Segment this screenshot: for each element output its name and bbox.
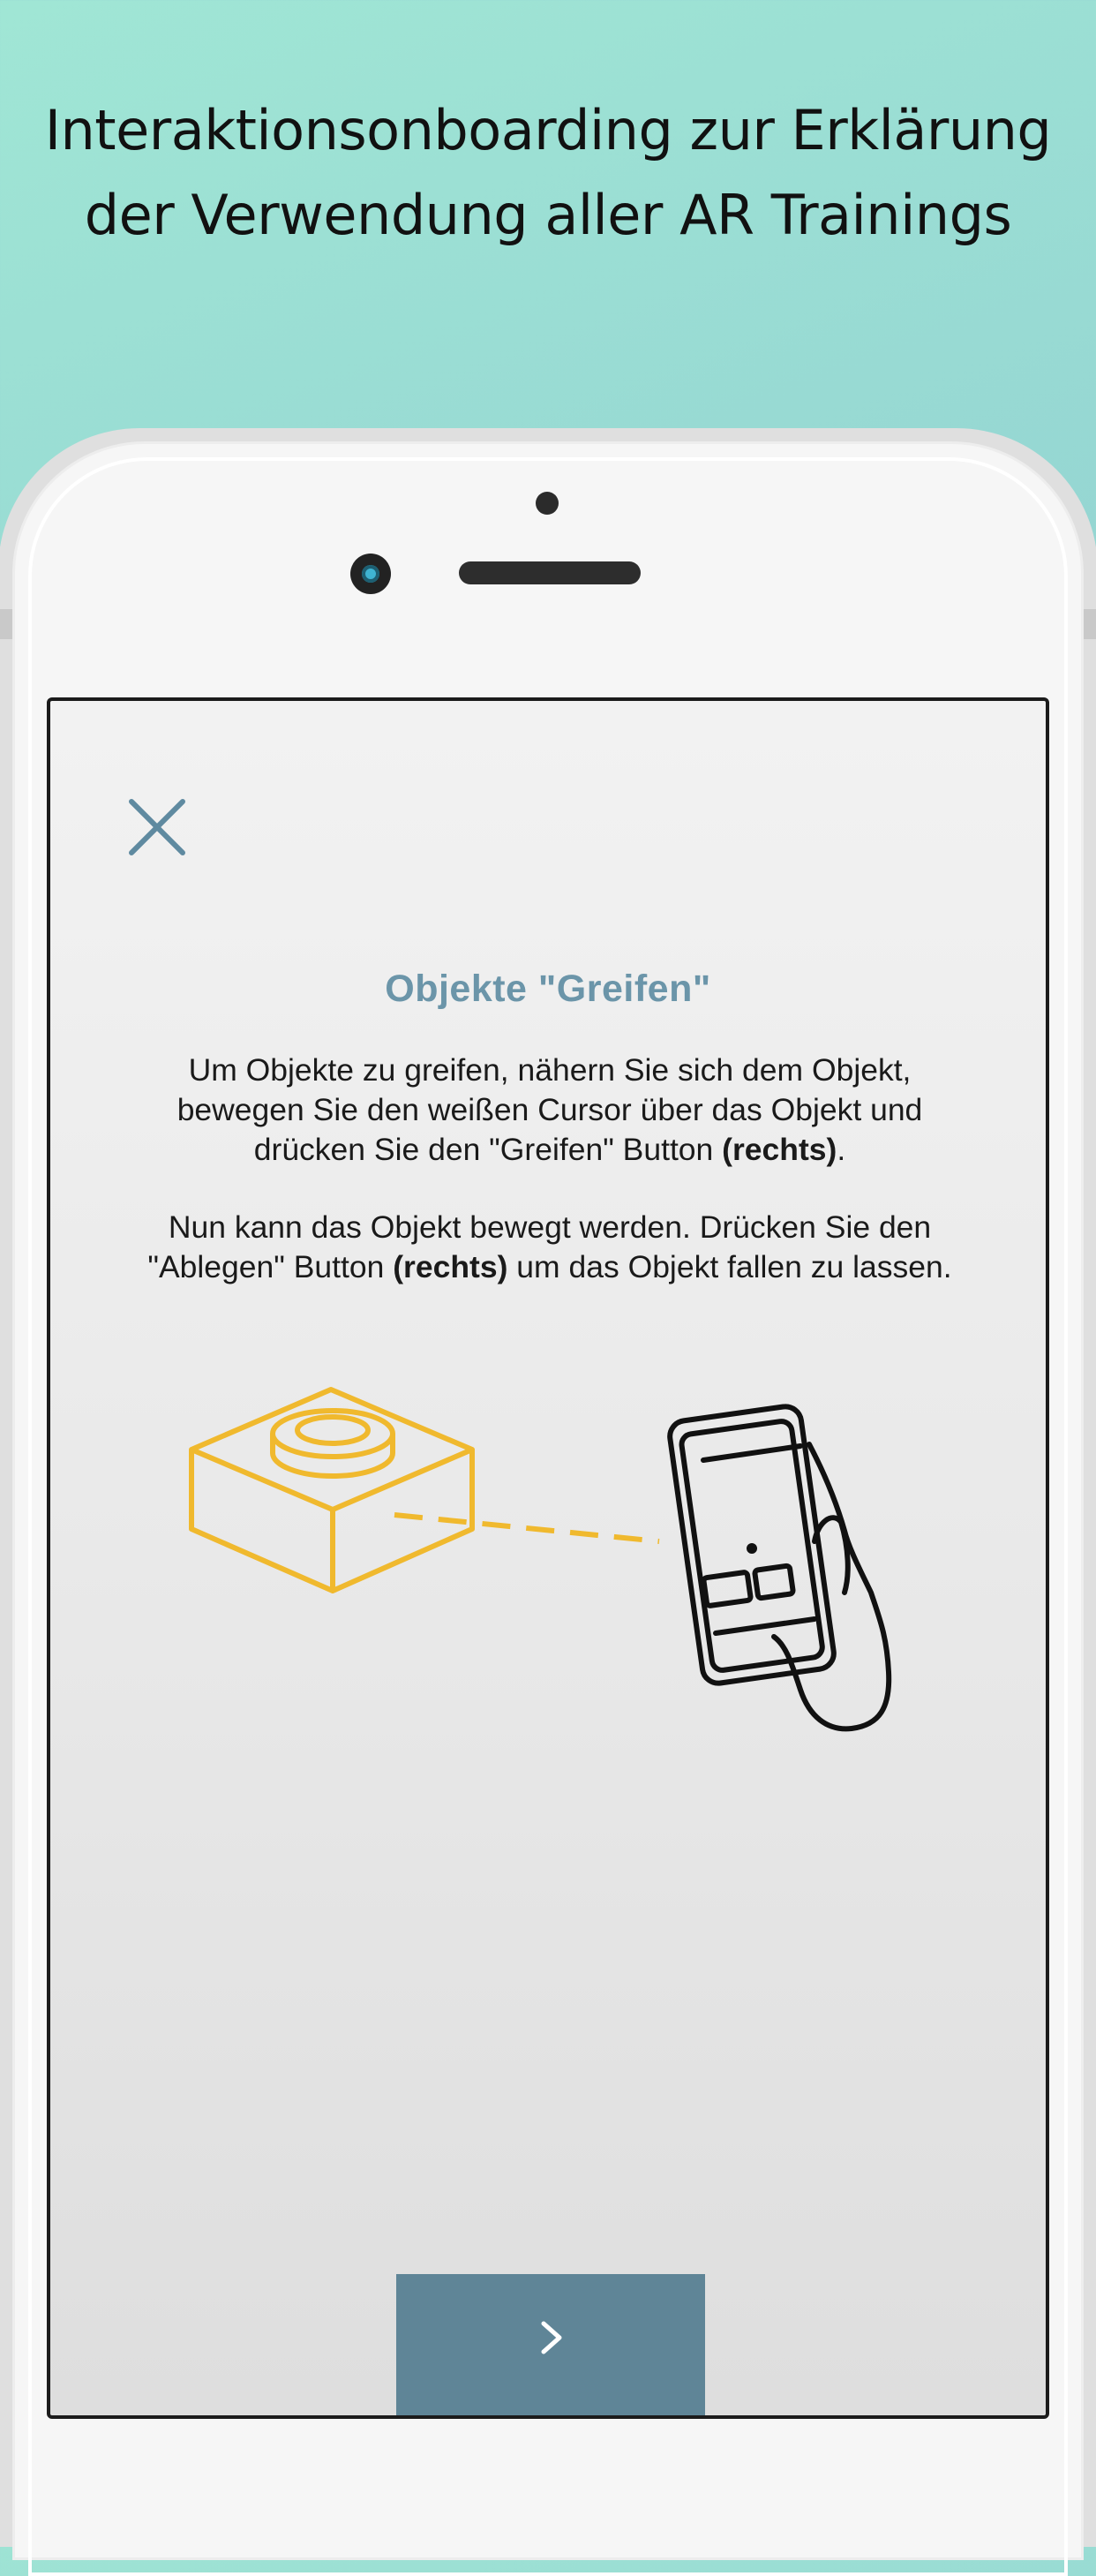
marketing-headline: Interaktionsonboarding zur Erklärung der… [0,88,1096,258]
phone-side-button-left [0,609,12,639]
front-camera [350,554,391,594]
chevron-right-icon [541,2321,562,2354]
instruction-paragraph-1: Um Objekte zu greifen, nähern Sie sich d… [68,1051,1032,1170]
app-screen: Objekte "Greifen" Um Objekte zu greifen,… [47,697,1049,2419]
instruction-1-bold-rechts: (rechts) [722,1132,837,1167]
lego-brick-icon [189,1387,475,1593]
headline-line-2: der Verwendung aller AR Trainings [84,183,1012,247]
instruction-2-bold-rechts: (rechts) [393,1249,508,1284]
instruction-1-line-3-end: . [837,1132,846,1167]
instruction-2-line-2-text: "Ablegen" Button [147,1249,394,1284]
instruction-2-line-2-end: um das Objekt fallen zu lassen. [507,1249,952,1284]
proximity-sensor [536,492,559,515]
instruction-2-line-1: Nun kann das Objekt bewegt werden. Drück… [168,1209,932,1245]
instruction-paragraph-2: Nun kann das Objekt bewegt werden. Drück… [68,1208,1032,1287]
onboarding-title: Objekte "Greifen" [385,968,711,1010]
hand-holding-phone-icon [667,1404,892,1732]
earpiece-speaker [459,561,641,584]
phone-side-button-right [1084,609,1096,639]
instruction-2-line-2: "Ablegen" Button (rechts) um das Objekt … [68,1247,1032,1287]
close-icon[interactable] [126,796,188,858]
headline-line-1: Interaktionsonboarding zur Erklärung [44,98,1052,162]
floor-grid [50,1382,1046,2368]
instruction-1-line-1: Um Objekte zu greifen, nähern Sie sich d… [188,1052,912,1088]
instruction-1-line-3-text: drücken Sie den "Greifen" Button [253,1132,723,1167]
next-button[interactable] [396,2274,705,2415]
instruction-1-line-3: drücken Sie den "Greifen" Button (rechts… [68,1130,1032,1170]
onboarding-illustration [50,1382,1046,2368]
cursor-ray [394,1512,660,1544]
instruction-1-line-2: bewegen Sie den weißen Cursor über das O… [176,1092,923,1127]
